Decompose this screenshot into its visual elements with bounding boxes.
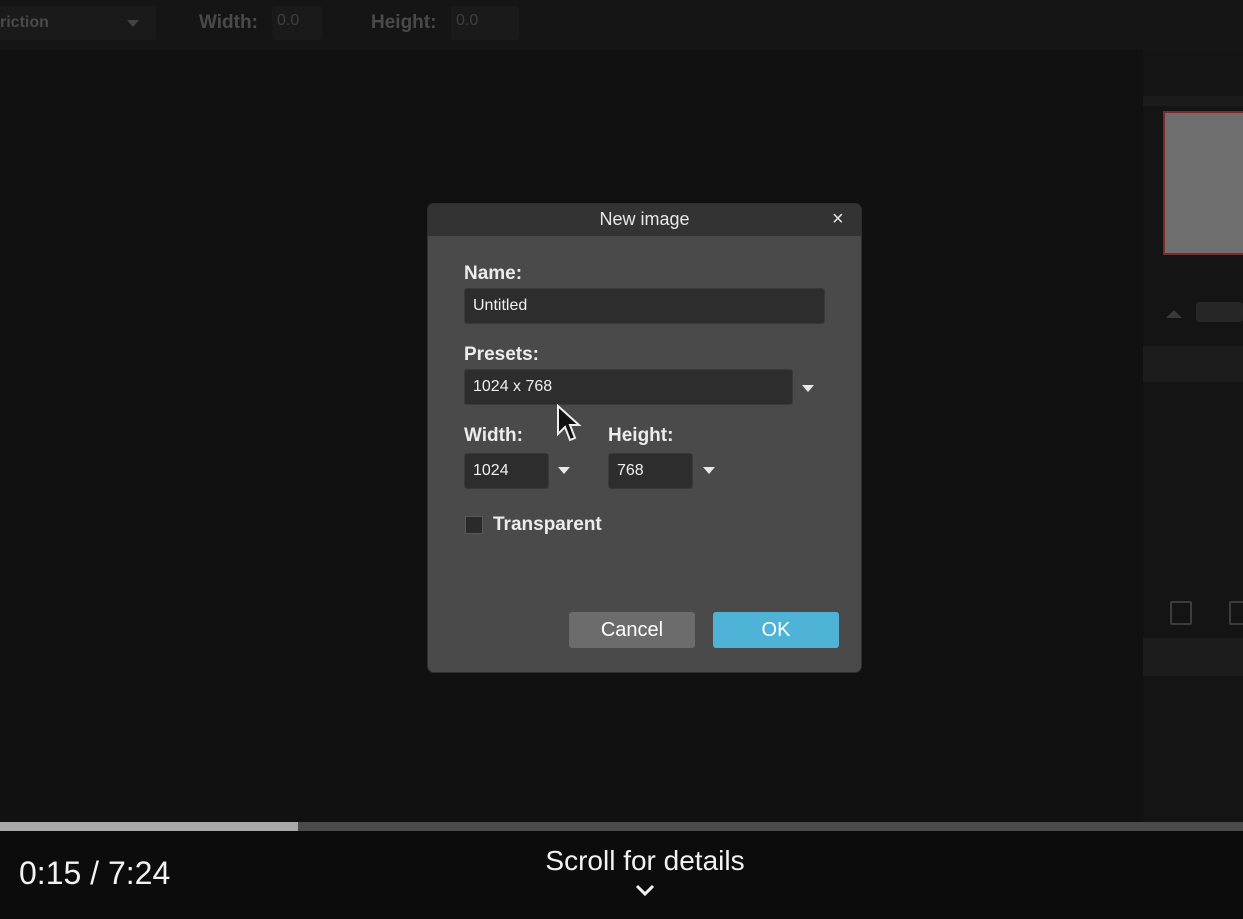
layer-thumbnail[interactable]	[1163, 111, 1243, 255]
toolbar-width-value: 0.0	[277, 12, 300, 29]
presets-select[interactable]: 1024 x 768	[464, 369, 793, 405]
height-field[interactable]: 768	[608, 453, 693, 489]
width-label: Width:	[464, 425, 523, 446]
chevron-down-icon[interactable]	[127, 20, 139, 27]
toolbar-height-value: 0.0	[456, 12, 479, 29]
editor-toolbar: riction Width: 0.0 Height: 0.0	[0, 0, 1243, 50]
panel-header	[1143, 96, 1243, 106]
chevron-down-icon[interactable]	[558, 467, 570, 474]
close-icon[interactable]: ×	[832, 208, 844, 231]
dialog-titlebar[interactable]: New image ×	[428, 204, 861, 236]
panel-divider	[1143, 346, 1243, 382]
chevron-down-icon[interactable]	[703, 467, 715, 474]
transparent-label[interactable]: Transparent	[493, 514, 602, 536]
triangle-up-icon	[1166, 310, 1182, 318]
chevron-down-icon[interactable]	[634, 883, 656, 897]
scroll-hint[interactable]: Scroll for details	[0, 845, 1243, 877]
mouse-pointer-icon	[557, 404, 582, 442]
toolbar-width-label: Width:	[199, 12, 258, 33]
progress-fill	[0, 822, 299, 831]
cancel-button[interactable]: Cancel	[569, 612, 695, 648]
transparent-checkbox[interactable]	[465, 516, 483, 534]
panel-footer	[1143, 638, 1243, 676]
layers-icon[interactable]	[1170, 601, 1192, 625]
name-field[interactable]: Untitled	[464, 288, 825, 324]
video-progress-bar[interactable]	[0, 822, 1243, 831]
chevron-down-icon[interactable]	[802, 385, 814, 392]
mask-icon[interactable]	[1229, 601, 1243, 625]
height-label: Height:	[608, 425, 674, 446]
toolbar-height-label: Height:	[371, 12, 437, 33]
dialog-title: New image	[599, 209, 690, 229]
name-label: Name:	[464, 263, 523, 284]
presets-label: Presets:	[464, 344, 539, 365]
width-field[interactable]: 1024	[464, 453, 549, 489]
opacity-slider[interactable]	[1196, 302, 1243, 322]
restriction-label: riction	[0, 14, 49, 31]
ok-button[interactable]: OK	[713, 612, 839, 648]
new-image-dialog: New image × Name: Untitled Presets: 1024…	[428, 204, 861, 672]
